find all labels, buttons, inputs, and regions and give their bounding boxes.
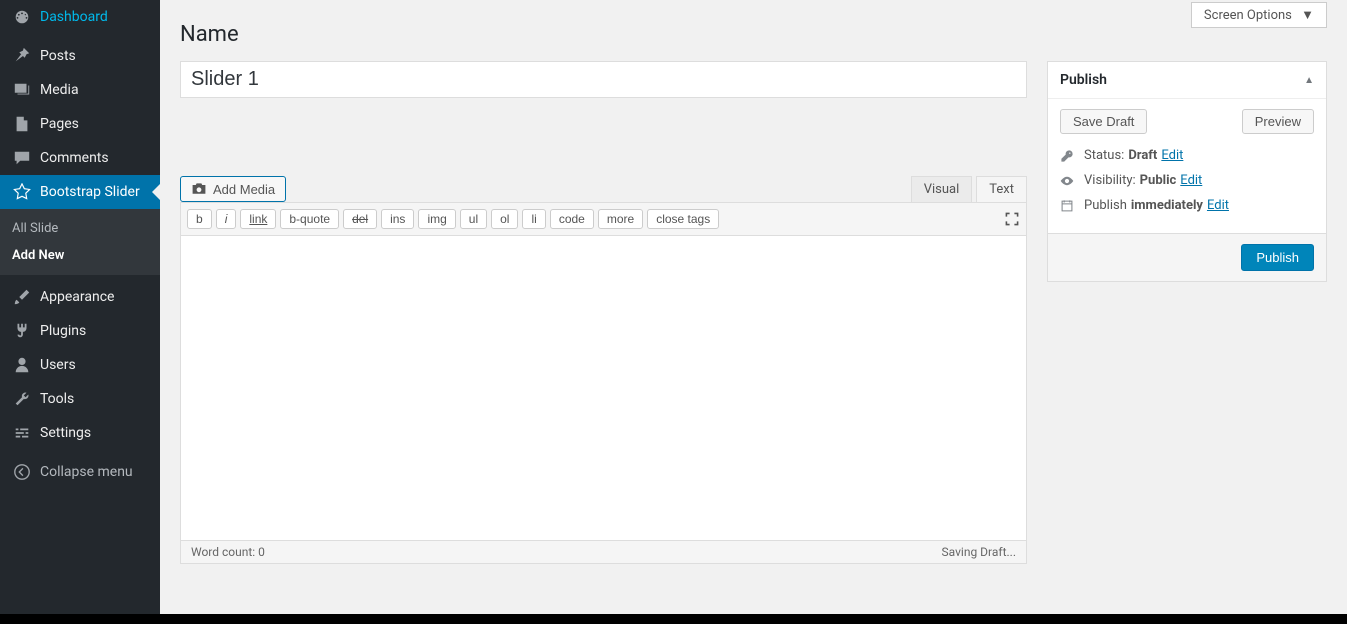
status-value: Draft [1128, 148, 1157, 163]
autosave-status: Saving Draft... [942, 545, 1016, 559]
sidebar-label: Settings [40, 425, 91, 441]
dashboard-icon [12, 8, 32, 26]
qt-img-button[interactable]: img [418, 209, 455, 229]
add-media-label: Add Media [213, 182, 275, 197]
collapse-menu-button[interactable]: Collapse menu [0, 455, 160, 489]
collapse-icon [12, 463, 32, 481]
sidebar-item-dashboard[interactable]: Dashboard [0, 0, 160, 34]
sidebar-item-appearance[interactable]: Appearance [0, 280, 160, 314]
edit-status-link[interactable]: Edit [1161, 148, 1183, 163]
tab-visual[interactable]: Visual [911, 176, 973, 202]
sidebar-label: Tools [40, 391, 74, 407]
qt-close-tags-button[interactable]: close tags [647, 209, 719, 229]
chevron-down-icon: ▼ [1301, 8, 1314, 23]
brush-icon [12, 288, 32, 306]
chevron-up-icon: ▲ [1304, 75, 1314, 86]
status-label: Status: [1084, 148, 1124, 163]
editor-status-bar: Word count: 0 Saving Draft... [180, 541, 1027, 564]
media-icon [12, 81, 32, 99]
add-media-button[interactable]: Add Media [180, 176, 286, 202]
editor-tabs: Visual Text [911, 176, 1027, 202]
edit-schedule-link[interactable]: Edit [1207, 198, 1229, 213]
plug-icon [12, 322, 32, 340]
admin-sidebar: Dashboard Posts Media Pages Comments Boo… [0, 0, 160, 614]
sidebar-item-plugins[interactable]: Plugins [0, 314, 160, 348]
sidebar-item-posts[interactable]: Posts [0, 39, 160, 73]
pushpin-icon [12, 47, 32, 65]
qt-bold-button[interactable]: b [187, 209, 212, 229]
page-title: Name [180, 22, 1327, 47]
content-textarea[interactable] [181, 236, 1026, 536]
schedule-value: immediately [1131, 198, 1203, 213]
sidebar-label: Dashboard [40, 9, 108, 25]
qt-code-button[interactable]: code [550, 209, 594, 229]
qt-ul-button[interactable]: ul [460, 209, 487, 229]
star-icon [12, 183, 32, 201]
collapse-label: Collapse menu [40, 464, 133, 480]
page-icon [12, 115, 32, 133]
qt-ins-button[interactable]: ins [381, 209, 414, 229]
quicktags-toolbar: b i link b-quote del ins img ul ol li co… [181, 203, 1026, 236]
publish-button[interactable]: Publish [1241, 244, 1314, 271]
text-editor: b i link b-quote del ins img ul ol li co… [180, 202, 1027, 541]
sidebar-sub-add-new[interactable]: Add New [0, 242, 160, 269]
sidebar-item-tools[interactable]: Tools [0, 382, 160, 416]
screen-options-label: Screen Options [1204, 8, 1292, 23]
qt-link-button[interactable]: link [240, 209, 276, 229]
sidebar-item-bootstrap-slider[interactable]: Bootstrap Slider [0, 175, 160, 209]
schedule-label: Publish [1084, 198, 1127, 213]
visibility-label: Visibility: [1084, 173, 1136, 188]
qt-more-button[interactable]: more [598, 209, 643, 229]
sidebar-label: Plugins [40, 323, 86, 339]
key-icon [1060, 149, 1078, 163]
qt-del-button[interactable]: del [343, 209, 377, 229]
sidebar-label: Users [40, 357, 76, 373]
users-icon [12, 356, 32, 374]
publish-metabox: Publish ▲ Save Draft Preview Status: [1047, 61, 1327, 282]
word-count: Word count: 0 [191, 545, 265, 559]
sidebar-label: Bootstrap Slider [40, 184, 140, 200]
sidebar-item-comments[interactable]: Comments [0, 141, 160, 175]
sidebar-label: Appearance [40, 289, 114, 305]
sidebar-sub-all-slide[interactable]: All Slide [0, 215, 160, 242]
publish-title: Publish [1060, 72, 1107, 88]
eye-icon [1060, 174, 1078, 188]
fullscreen-button[interactable] [1004, 211, 1020, 227]
visibility-value: Public [1140, 173, 1177, 188]
tab-text[interactable]: Text [976, 176, 1027, 202]
wrench-icon [12, 390, 32, 408]
camera-music-icon [191, 181, 207, 197]
qt-li-button[interactable]: li [522, 209, 545, 229]
main-content: Screen Options ▼ Name Add Media [160, 0, 1347, 614]
qt-ol-button[interactable]: ol [491, 209, 518, 229]
save-draft-button[interactable]: Save Draft [1060, 109, 1147, 134]
sliders-icon [12, 424, 32, 442]
comment-icon [12, 149, 32, 167]
sidebar-item-media[interactable]: Media [0, 73, 160, 107]
sidebar-label: Pages [40, 116, 79, 132]
preview-button[interactable]: Preview [1242, 109, 1314, 134]
screen-options-button[interactable]: Screen Options ▼ [1191, 2, 1327, 28]
sidebar-item-users[interactable]: Users [0, 348, 160, 382]
qt-italic-button[interactable]: i [216, 209, 237, 229]
publish-metabox-header[interactable]: Publish ▲ [1048, 62, 1326, 99]
sidebar-label: Comments [40, 150, 109, 166]
taskbar-strip [0, 614, 1347, 624]
sidebar-label: Posts [40, 48, 76, 64]
post-title-input[interactable] [180, 61, 1027, 98]
sidebar-item-pages[interactable]: Pages [0, 107, 160, 141]
sidebar-label: Media [40, 82, 79, 98]
qt-bquote-button[interactable]: b-quote [280, 209, 339, 229]
sidebar-submenu: All Slide Add New [0, 209, 160, 275]
edit-visibility-link[interactable]: Edit [1180, 173, 1202, 188]
calendar-icon [1060, 199, 1078, 213]
sidebar-item-settings[interactable]: Settings [0, 416, 160, 450]
